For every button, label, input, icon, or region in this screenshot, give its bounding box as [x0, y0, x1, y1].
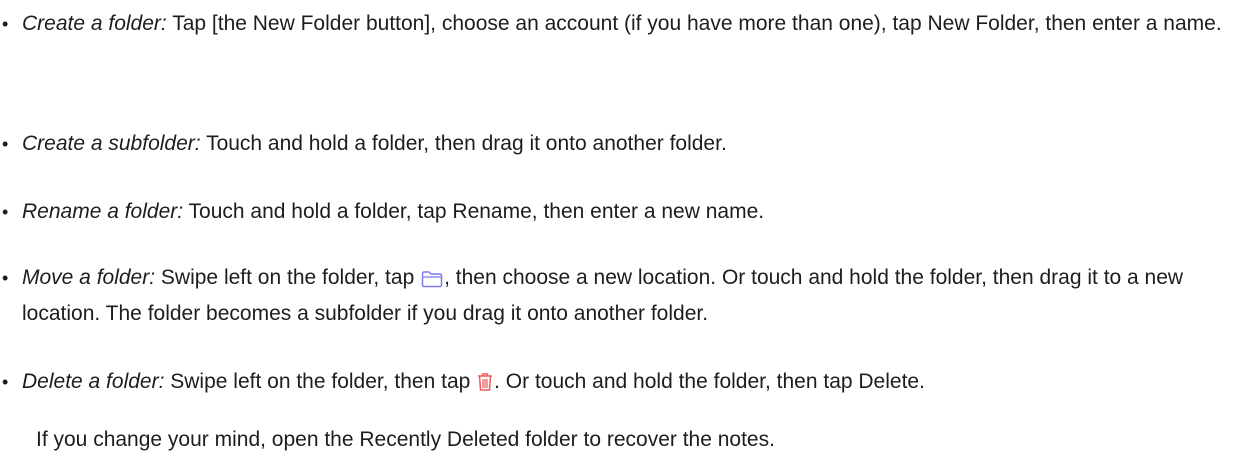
- item-term: Move a folder:: [22, 266, 156, 289]
- item-text: Touch and hold a folder, tap Rename, the…: [183, 200, 765, 223]
- bullet: •: [2, 14, 9, 34]
- item-text-before-icon: Swipe left on the folder, tap: [155, 266, 421, 289]
- list-item-create-subfolder: • Create a subfolder: Touch and hold a f…: [0, 128, 1237, 160]
- bullet: •: [2, 134, 9, 154]
- item-text-after-icon: . Or touch and hold the folder, then tap…: [494, 370, 925, 393]
- list-item-rename-folder: • Rename a folder: Touch and hold a fold…: [0, 196, 1237, 228]
- item-text: Touch and hold a folder, then drag it on…: [200, 132, 727, 155]
- list-item-create-folder: • Create a folder: Tap [the New Folder b…: [0, 8, 1237, 40]
- item-term: Create a folder:: [22, 12, 167, 35]
- list-item-move-folder: • Move a folder: Swipe left on the folde…: [0, 262, 1237, 330]
- item-term: Delete a folder:: [22, 370, 165, 393]
- item-text: Tap [the New Folder button], choose an a…: [166, 12, 1222, 35]
- trash-icon: [477, 370, 493, 402]
- item-term: Rename a folder:: [22, 200, 184, 223]
- bullet: •: [2, 268, 9, 288]
- item-term: Create a subfolder:: [22, 132, 201, 155]
- bullet: •: [2, 372, 9, 392]
- bullet: •: [2, 202, 9, 222]
- list-item-delete-folder: • Delete a folder: Swipe left on the fol…: [0, 366, 1237, 402]
- item-text-before-icon: Swipe left on the folder, then tap: [164, 370, 477, 393]
- folder-icon: [421, 266, 443, 298]
- recovery-note: If you change your mind, open the Recent…: [36, 428, 775, 451]
